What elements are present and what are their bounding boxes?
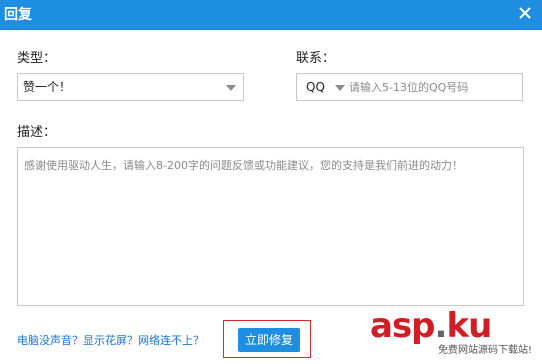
- chevron-down-icon: [226, 85, 236, 91]
- help-link-no-sound[interactable]: 电脑没声音？: [17, 334, 83, 347]
- contact-field: QQ: [296, 73, 523, 101]
- help-link-network[interactable]: 网络连不上？: [138, 334, 204, 347]
- watermark-logo: asp.ku 免费网站源码下载站!: [370, 306, 540, 362]
- close-icon[interactable]: [514, 2, 536, 24]
- description-label: 描述：: [17, 125, 57, 140]
- fix-now-button[interactable]: 立即修复: [238, 328, 300, 352]
- qq-number-input[interactable]: [349, 77, 517, 97]
- watermark-subtitle: 免费网站源码下载站!: [438, 345, 533, 356]
- help-links: 电脑没声音？显示花屏？网络连不上？: [17, 333, 204, 349]
- description-textarea[interactable]: [17, 147, 524, 306]
- title-bar: 回复: [0, 0, 542, 30]
- contact-label: 联系：: [296, 51, 336, 66]
- type-dropdown[interactable]: 赞一个！: [17, 73, 244, 101]
- contact-type-dropdown[interactable]: QQ: [297, 74, 347, 100]
- type-dropdown-value: 赞一个！: [23, 80, 72, 94]
- feedback-dialog: 回复 类型： 联系： 赞一个！ QQ 描述： 电脑没声音？显示花屏？网络连不上？…: [0, 0, 542, 364]
- contact-type-value: QQ: [306, 80, 325, 94]
- chevron-down-icon: [335, 85, 345, 91]
- watermark-brand: asp.ku: [370, 306, 492, 346]
- dialog-title: 回复: [4, 7, 32, 23]
- help-link-screen-garbled[interactable]: 显示花屏？: [83, 334, 138, 347]
- type-label: 类型：: [17, 51, 57, 66]
